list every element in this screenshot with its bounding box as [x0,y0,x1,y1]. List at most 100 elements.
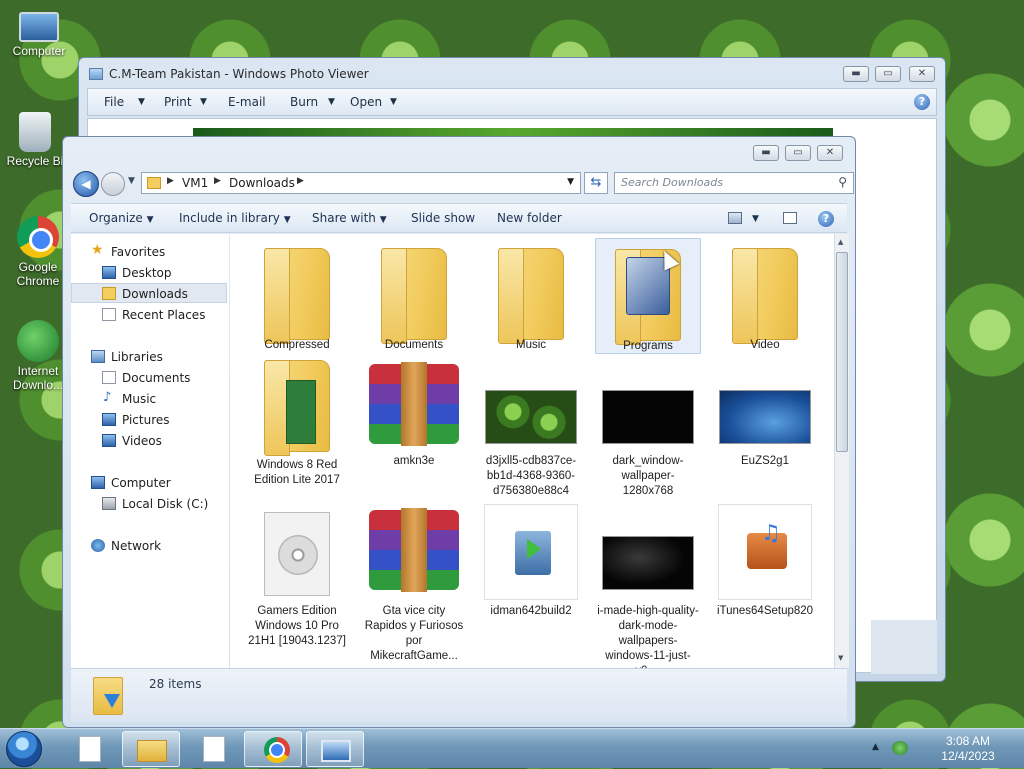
file-item-idman642build2[interactable]: idman642build2 [478,504,584,664]
nav-downloads[interactable]: Downloads [71,283,227,303]
file-item-compressed[interactable]: Compressed [244,238,350,354]
folder-icon [732,248,798,344]
taskbar-button-document[interactable] [60,731,118,767]
explorer-maximize-button[interactable]: ▭ [785,145,811,161]
menu-file[interactable]: File [104,95,124,109]
nav-network[interactable]: Network [71,536,227,556]
preview-pane-icon[interactable] [783,212,797,224]
chevron-down-icon[interactable]: ▼ [752,214,759,224]
image-thumbnail [602,536,694,590]
new-folder-button[interactable]: New folder [497,211,562,225]
back-button[interactable]: ◀ [73,171,99,197]
taskbar-button-chrome[interactable] [244,731,302,767]
search-input[interactable] [621,176,821,189]
photo-viewer-icon [321,740,351,762]
file-item-programs[interactable]: Programs [595,238,701,354]
nav-favorites[interactable]: ★ Favorites [71,242,227,262]
file-item-dark-mode-wallpapers[interactable]: i-made-high-quality-dark-mode-wallpapers… [595,504,701,668]
file-item-dark-window-wallpaper[interactable]: dark_window-wallpaper-1280x768 [595,358,701,498]
photo-viewer-maximize-button[interactable]: ▭ [875,66,901,82]
nav-computer[interactable]: Computer [71,473,227,493]
nav-documents[interactable]: Documents [71,368,227,388]
photo-viewer-close-button[interactable]: ✕ [909,66,935,82]
desktop-icon-recycle-bin[interactable]: Recycle Bi [0,112,70,168]
nav-libraries[interactable]: Libraries [71,347,227,367]
chevron-down-icon[interactable]: ▼ [138,97,145,107]
vertical-scrollbar[interactable]: ▲ ▼ [834,234,849,668]
file-item-itunes64setup820[interactable]: iTunes64Setup820 [712,504,818,664]
chevron-down-icon[interactable]: ▼ [200,97,207,107]
scroll-down-icon[interactable]: ▼ [838,654,843,662]
share-with-button[interactable]: Share with ▼ [312,211,387,225]
chrome-icon [264,737,290,763]
start-button[interactable] [6,731,42,767]
videos-icon [102,434,116,447]
organize-button[interactable]: Organize ▼ [89,211,154,225]
explorer-window[interactable]: ▬ ▭ ✕ ◀ ▼ ▶ VM1 ▶ Downloads ▶ ▼ ⇆ ⚲ Orga… [62,136,856,728]
breadcrumb-separator-icon[interactable]: ▶ [214,176,221,186]
idm-icon [17,320,59,362]
photo-viewer-controls-area [871,620,937,674]
nav-videos[interactable]: Videos [71,431,227,451]
taskbar-button-explorer[interactable] [122,731,180,767]
include-in-library-button[interactable]: Include in library ▼ [179,211,291,225]
help-icon[interactable]: ? [914,94,930,110]
breadcrumb-separator-icon[interactable]: ▶ [297,176,304,186]
folder-icon [498,248,564,344]
chevron-down-icon[interactable]: ▼ [390,97,397,107]
menu-burn[interactable]: Burn [290,95,318,109]
menu-email[interactable]: E-mail [228,95,266,109]
file-item-windows-8-red-edition[interactable]: Windows 8 Red Edition Lite 2017 [244,358,350,498]
file-item-gta-vice-city[interactable]: Gta vice city Rapidos y Furiosos por Mik… [361,504,467,664]
search-icon[interactable]: ⚲ [838,175,847,189]
chevron-down-icon: ▼ [146,215,154,225]
file-item-d3jxll5[interactable]: d3jxll5-cdb837ce-bb1d-4368-9360-d756380e… [478,358,584,498]
photo-viewer-menubar: File ▼ Print ▼ E-mail Burn ▼ Open ▼ ? [87,88,937,116]
file-item-gamers-edition-iso[interactable]: Gamers Edition Windows 10 Pro 21H1 [1904… [244,504,350,664]
slide-show-button[interactable]: Slide show [411,211,475,225]
taskbar-button-photo-viewer[interactable] [306,731,364,767]
scroll-up-icon[interactable]: ▲ [838,238,843,246]
show-hidden-icons-icon[interactable]: ▲ [872,742,879,752]
breadcrumb-vm1[interactable]: VM1 [182,176,208,190]
refresh-button[interactable]: ⇆ [584,172,608,194]
taskbar-button-document-2[interactable] [184,731,242,767]
file-item-amkn3e[interactable]: amkn3e [361,358,467,498]
menu-open[interactable]: Open [350,95,382,109]
file-label: d3jxll5-cdb837ce-bb1d-4368-9360-d756380e… [485,455,577,497]
file-item-music[interactable]: Music [478,238,584,354]
network-status-icon[interactable] [892,741,908,755]
address-bar[interactable]: ▶ VM1 ▶ Downloads ▶ ▼ [141,172,581,194]
menu-print[interactable]: Print [164,95,192,109]
include-in-library-label: Include in library [179,211,280,225]
document-icon [203,736,225,762]
file-item-video[interactable]: Video [712,238,818,354]
clock[interactable]: 3:08 AM 12/4/2023 [924,734,1012,764]
explorer-close-button[interactable]: ✕ [817,145,843,161]
breadcrumb-separator-icon[interactable]: ▶ [167,176,174,186]
scrollbar-thumb[interactable] [836,252,848,452]
recent-pages-chevron-icon[interactable]: ▼ [128,176,135,186]
nav-music[interactable]: ♪ Music [71,389,227,409]
file-item-euzs2g1[interactable]: EuZS2g1 [712,358,818,498]
computer-icon [19,12,59,42]
search-box[interactable]: ⚲ [614,172,854,194]
chevron-down-icon: ▼ [283,215,291,225]
change-view-icon[interactable] [728,212,742,224]
nav-pictures[interactable]: Pictures [71,410,227,430]
breadcrumb-downloads[interactable]: Downloads [229,176,295,190]
winrar-archive-icon [369,508,459,592]
nav-local-disk[interactable]: Local Disk (C:) [71,494,227,514]
nav-desktop[interactable]: Desktop [71,263,227,283]
recycle-bin-icon [19,112,51,152]
forward-button[interactable] [101,172,125,196]
local-disk-icon [102,497,116,510]
help-icon[interactable]: ? [818,211,834,227]
desktop-icon-computer[interactable]: Computer [4,6,74,58]
chevron-down-icon[interactable]: ▼ [328,97,335,107]
explorer-minimize-button[interactable]: ▬ [753,145,779,161]
photo-viewer-minimize-button[interactable]: ▬ [843,66,869,82]
nav-recent-places[interactable]: Recent Places [71,305,227,325]
file-item-documents[interactable]: Documents [361,238,467,354]
address-history-chevron-icon[interactable]: ▼ [567,177,574,187]
